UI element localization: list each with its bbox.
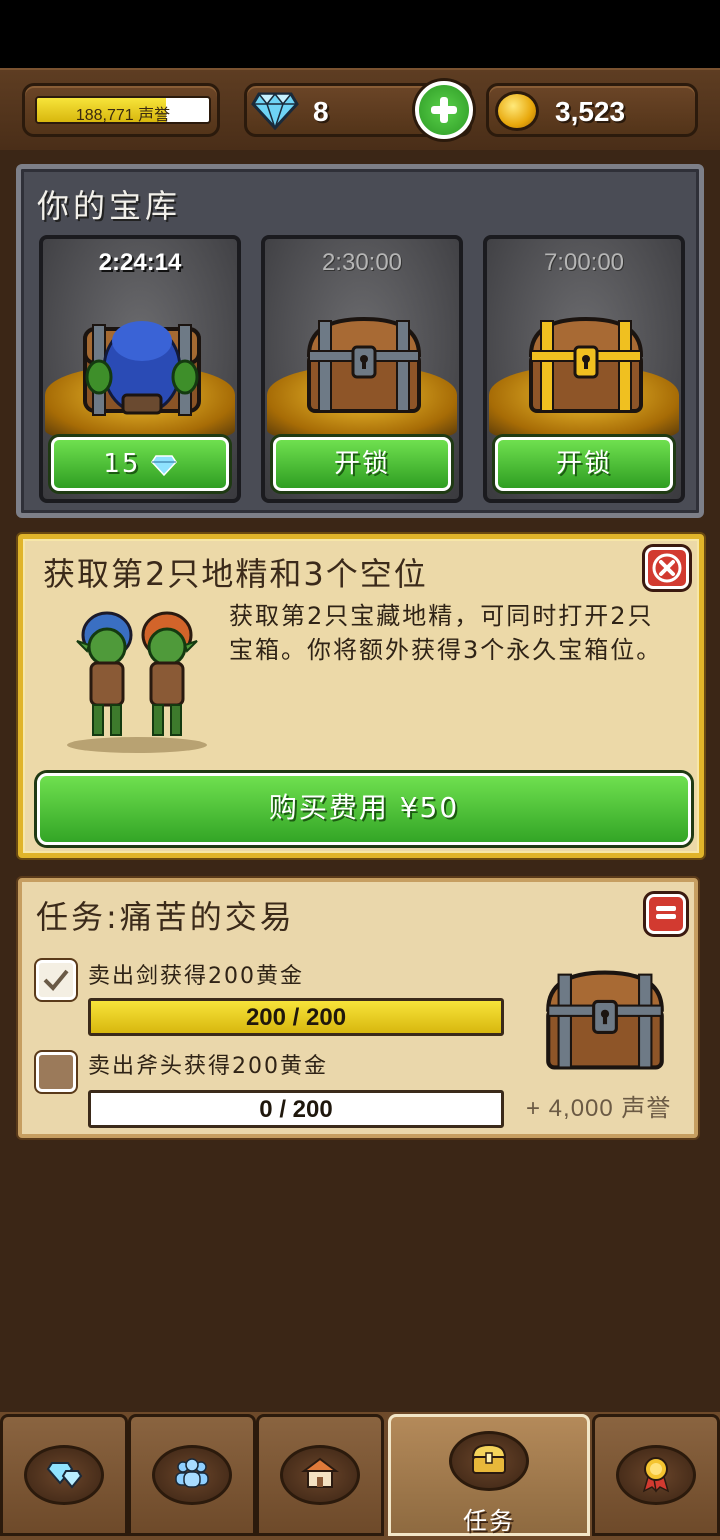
chest-timer: 2:30:00 [321, 249, 403, 276]
speedup-chest-button[interactable]: 15 [51, 437, 229, 491]
chest-slot-1[interactable]: 2:24:14 15 [39, 235, 241, 503]
reputation-bar: 188,771 声誉 [35, 96, 211, 124]
offer-title: 获取第2只地精和3个空位 [43, 555, 428, 593]
unlock-chest-button[interactable]: 开锁 [273, 437, 451, 491]
chest-timer: 7:00:00 [543, 249, 625, 276]
close-icon [652, 553, 682, 583]
wooden-chest-icon [306, 316, 422, 413]
chest-timer: 2:24:14 [98, 249, 182, 276]
collapse-quest-button[interactable] [646, 894, 686, 934]
chest-icon [471, 1443, 507, 1474]
golden-chest-icon [528, 316, 644, 413]
unlock-chest-button[interactable]: 开锁 [495, 437, 673, 491]
buy-offer-button[interactable]: 购买费用 ¥50 [37, 773, 691, 845]
chest-slot-3[interactable]: 7:00:00 开锁 [483, 235, 685, 503]
task-label: 卖出斧头获得200黄金 [88, 1054, 328, 1079]
quest-reward: + 4,000 声誉 [526, 1095, 672, 1122]
shop-icon [301, 1457, 339, 1488]
task-progress-text: 200 / 200 [245, 1004, 347, 1031]
task-progress-bar: 200 / 200 [88, 998, 504, 1036]
tab-quests[interactable]: 任务 [388, 1414, 590, 1536]
diamond-icon [150, 454, 177, 476]
task-checkbox-unchecked [36, 1052, 76, 1092]
gold-coin-icon [495, 91, 539, 131]
goblins-illustration [67, 611, 207, 753]
people-icon [175, 1458, 209, 1488]
checkmark-icon [43, 969, 69, 991]
offer-description: 获取第2只宝藏地精，可同时打开2只宝箱。你将额外获得3个永久宝箱位。 [229, 602, 663, 664]
reputation-display[interactable]: 188,771 声誉 [22, 83, 220, 137]
close-offer-button[interactable] [645, 547, 689, 589]
quest-panel: 任务:痛苦的交易 卖出剑获得200黄金 200 / 200 卖出斧头获得200黄… [18, 878, 698, 1138]
task-progress-bar: 0 / 200 [88, 1090, 504, 1128]
tab-gems[interactable] [0, 1414, 128, 1536]
reward-chest-icon[interactable] [540, 964, 670, 1074]
tab-people[interactable] [128, 1414, 256, 1536]
vault-panel: 你的宝库 2:24:14 15 2:30:00 开锁 7:00:00 开锁 [16, 164, 704, 518]
vault-title: 你的宝库 [37, 187, 182, 225]
task-progress-text: 0 / 200 [259, 1096, 333, 1123]
gem-display[interactable]: 8 [244, 81, 473, 139]
diamond-icon [251, 88, 299, 136]
gem-count: 8 [313, 96, 329, 127]
task-label: 卖出剑获得200黄金 [88, 964, 304, 989]
reputation-text: 188,771 声誉 [75, 107, 171, 124]
task-checkbox-checked [36, 960, 76, 1000]
status-bar [0, 0, 720, 68]
speedup-cost: 15 [103, 449, 141, 479]
gems-icon [46, 1462, 83, 1489]
wooden-chest-icon [83, 321, 201, 416]
gold-display[interactable]: 3,523 [486, 83, 698, 137]
medal-icon [642, 1457, 670, 1493]
tab-label: 任务 [463, 1507, 515, 1535]
bottom-nav: 任务 [0, 1412, 720, 1540]
gold-count: 3,523 [555, 96, 626, 127]
goblin-offer-panel: 获取第2只地精和3个空位 获取第2只宝藏地精，可同时打开2只宝箱。你将额外获得3… [18, 534, 704, 858]
quest-title: 任务:痛苦的交易 [36, 898, 295, 936]
tab-achievements[interactable] [592, 1414, 720, 1536]
add-gems-button[interactable] [415, 81, 473, 139]
tab-shop[interactable] [256, 1414, 384, 1536]
top-resource-bar: 188,771 声誉 8 3,523 [0, 68, 720, 150]
chest-slot-2[interactable]: 2:30:00 开锁 [261, 235, 463, 503]
